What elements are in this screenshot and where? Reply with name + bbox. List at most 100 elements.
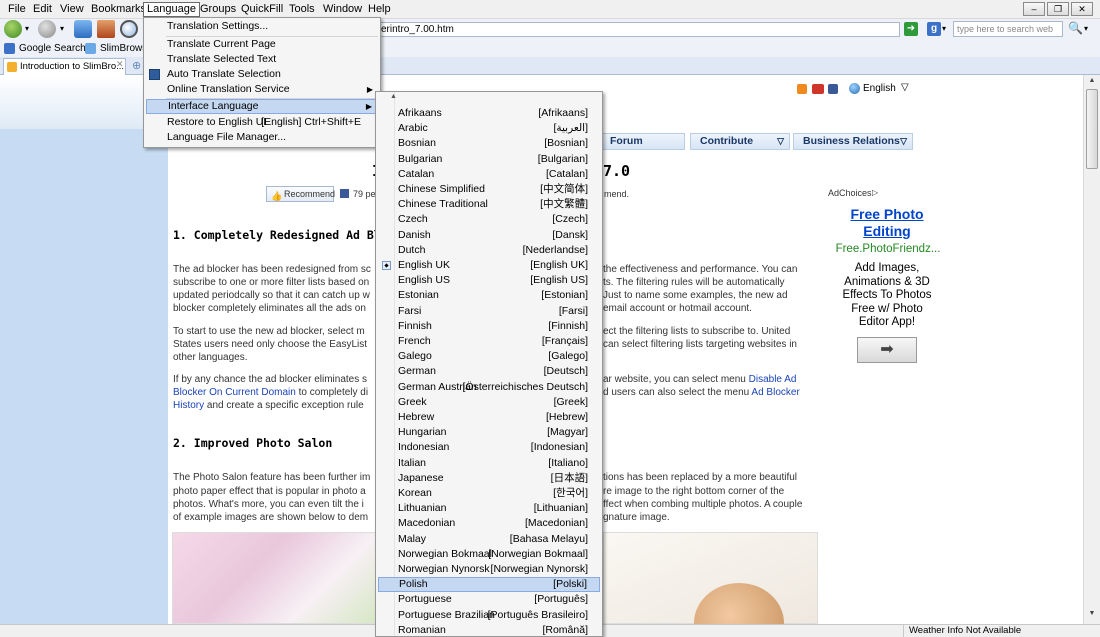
chevron-down-icon[interactable]: ▽ bbox=[901, 82, 909, 93]
language-item-finnish[interactable]: Finnish [Finnish] bbox=[378, 319, 600, 334]
search-go-icon[interactable]: 🔍 bbox=[1068, 21, 1083, 35]
language-item-danish[interactable]: Danish [Dansk] bbox=[378, 228, 600, 243]
search-dropdown-icon[interactable]: ▾ bbox=[1084, 24, 1088, 33]
recommend-button[interactable]: 👍 Recommend bbox=[266, 186, 335, 202]
bookmark-slimbrowser[interactable]: SlimBrows bbox=[85, 42, 147, 55]
site-language-selector[interactable]: English bbox=[863, 83, 896, 94]
menu-file[interactable]: File bbox=[5, 2, 29, 17]
link-ad-blocker-history[interactable]: History bbox=[173, 400, 204, 411]
go-arrow-icon[interactable]: ➜ bbox=[904, 22, 918, 36]
language-item-chinese-traditional[interactable]: Chinese Traditional [中文繁體] bbox=[378, 197, 600, 212]
back-dropdown-icon[interactable]: ▾ bbox=[25, 24, 29, 33]
close-icon[interactable]: ✕ bbox=[1071, 2, 1093, 16]
menu-tools[interactable]: Tools bbox=[286, 2, 318, 17]
forward-icon[interactable] bbox=[38, 20, 56, 38]
restore-icon[interactable]: ❐ bbox=[1047, 2, 1069, 16]
menu-window[interactable]: Window bbox=[320, 2, 365, 17]
language-item-chinese-simplified[interactable]: Chinese Simplified [中文简体] bbox=[378, 182, 600, 197]
tab-close-icon[interactable]: ✕ bbox=[116, 59, 124, 70]
language-item-czech[interactable]: Czech [Czech] bbox=[378, 212, 600, 227]
language-item-norwegian-bokmaal[interactable]: Norwegian Bokmaal [Norwegian Bokmaal] bbox=[378, 547, 600, 562]
address-bar[interactable]: erintro_7.00.htm bbox=[380, 22, 900, 37]
link-disable-ad-blocker-domain[interactable]: Blocker On Current Domain bbox=[173, 387, 296, 398]
menu-edit[interactable]: Edit bbox=[30, 2, 55, 17]
language-item-french[interactable]: French [Français] bbox=[378, 334, 600, 349]
refresh-icon[interactable] bbox=[74, 20, 92, 38]
blogger-icon[interactable] bbox=[797, 84, 807, 94]
vertical-scrollbar[interactable]: ▲ ▼ bbox=[1083, 75, 1100, 624]
language-item-english-uk[interactable]: English UK [English UK] bbox=[378, 258, 600, 273]
language-item-indonesian[interactable]: Indonesian [Indonesian] bbox=[378, 440, 600, 455]
menu-help[interactable]: Help bbox=[365, 2, 394, 17]
menu-item-restore-english-ui[interactable]: Restore to English UI [English] Ctrl+Shi… bbox=[146, 115, 378, 130]
home-icon[interactable] bbox=[97, 20, 115, 38]
ad-arrow-button[interactable]: ➡ bbox=[857, 337, 917, 363]
nav-contribute[interactable]: Contribute ▽ bbox=[690, 133, 790, 150]
search-engine-dropdown-icon[interactable]: ▾ bbox=[942, 24, 946, 33]
language-item-italian[interactable]: Italian [Italiano] bbox=[378, 456, 600, 471]
language-item-bosnian[interactable]: Bosnian [Bosnian] bbox=[378, 136, 600, 151]
language-item-lithuanian[interactable]: Lithuanian [Lithuanian] bbox=[378, 501, 600, 516]
language-item-estonian[interactable]: Estonian [Estonian] bbox=[378, 288, 600, 303]
language-item-portuguese-brazilian[interactable]: Portuguese Brazilian [Português Brasileir… bbox=[378, 608, 600, 623]
new-tab-icon[interactable]: ⊕ bbox=[132, 59, 141, 72]
search-magnifier-icon[interactable] bbox=[120, 20, 138, 38]
language-item-polish[interactable]: Polish [Polski] bbox=[378, 577, 600, 593]
youtube-icon[interactable] bbox=[812, 84, 824, 94]
scroll-down-icon[interactable]: ▼ bbox=[1084, 610, 1100, 622]
bookmark-google-search[interactable]: Google Search bbox=[4, 42, 86, 55]
menu-quickfill[interactable]: QuickFill bbox=[238, 2, 286, 17]
language-item-german[interactable]: German [Deutsch] bbox=[378, 364, 600, 379]
ad-domain[interactable]: Free.PhotoFriendz... bbox=[829, 243, 947, 255]
link-disable-ad[interactable]: Disable Ad bbox=[749, 374, 797, 385]
language-item-hungarian[interactable]: Hungarian [Magyar] bbox=[378, 425, 600, 440]
language-item-greek[interactable]: Greek [Greek] bbox=[378, 395, 600, 410]
menu-item-online-translation-service[interactable]: Online Translation Service ▶ bbox=[146, 82, 378, 97]
link-ad-blocker[interactable]: Ad Blocker bbox=[751, 387, 799, 398]
adchoices-label[interactable]: AdChoices bbox=[828, 188, 872, 198]
google-search-engine-icon[interactable]: g bbox=[927, 22, 941, 36]
language-item-malay[interactable]: Malay [Bahasa Melayu] bbox=[378, 532, 600, 547]
language-item-galego[interactable]: Galego [Galego] bbox=[378, 349, 600, 364]
language-item-macedonian[interactable]: Macedonian [Macedonian] bbox=[378, 516, 600, 531]
menu-item-translate-current-page[interactable]: Translate Current Page bbox=[146, 37, 378, 52]
language-item-romanian[interactable]: Romanian [Română] bbox=[378, 623, 600, 636]
menu-bookmarks[interactable]: Bookmarks bbox=[88, 2, 149, 17]
menu-item-translate-selected-text[interactable]: Translate Selected Text bbox=[146, 52, 378, 67]
menu-view[interactable]: View bbox=[57, 2, 87, 17]
menu-item-translation-settings[interactable]: Translation Settings... bbox=[146, 19, 378, 34]
adchoices-icon[interactable]: ▷ bbox=[872, 188, 878, 197]
menu-item-label: Translate Current Page bbox=[167, 38, 276, 50]
language-item-hebrew[interactable]: Hebrew [Hebrew] bbox=[378, 410, 600, 425]
language-item-catalan[interactable]: Catalan [Catalan] bbox=[378, 167, 600, 182]
language-item-english-us[interactable]: English US [English US] bbox=[378, 273, 600, 288]
tab-introduction[interactable]: Introduction to SlimBro... bbox=[3, 58, 126, 75]
minimize-icon[interactable]: – bbox=[1023, 2, 1045, 16]
nav-business-relations[interactable]: Business Relations ▽ bbox=[793, 133, 913, 150]
language-item-portuguese[interactable]: Portuguese [Português] bbox=[378, 592, 600, 607]
scroll-thumb[interactable] bbox=[1086, 89, 1098, 169]
submenu-scroll-up-icon[interactable]: ▲ bbox=[390, 93, 397, 100]
menu-language[interactable]: Language bbox=[143, 2, 200, 17]
forward-dropdown-icon[interactable]: ▾ bbox=[60, 24, 64, 33]
language-item-afrikaans[interactable]: Afrikaans [Afrikaans] bbox=[378, 106, 600, 121]
scroll-up-icon[interactable]: ▲ bbox=[1084, 77, 1100, 89]
language-item-norwegian-nynorsk[interactable]: Norwegian Nynorsk [Norwegian Nynorsk] bbox=[378, 562, 600, 577]
language-item-japanese[interactable]: Japanese [日本語] bbox=[378, 471, 600, 486]
language-item-farsi[interactable]: Farsi [Farsi] bbox=[378, 304, 600, 319]
menu-item-interface-language[interactable]: Interface Language ▶ bbox=[146, 99, 378, 114]
menu-item-language-file-manager[interactable]: Language File Manager... bbox=[146, 130, 378, 145]
language-item-arabic[interactable]: Arabic [العربية] bbox=[378, 121, 600, 136]
ad-headline-line1[interactable]: Free Photo bbox=[828, 206, 946, 222]
language-item-bulgarian[interactable]: Bulgarian [Bulgarian] bbox=[378, 152, 600, 167]
nav-forum[interactable]: Forum bbox=[600, 133, 685, 150]
language-item-german-austrian[interactable]: German Austrian [Österreichisches Deutsch… bbox=[378, 380, 600, 395]
menu-groups[interactable]: Groups bbox=[197, 2, 239, 17]
web-search-input[interactable]: type here to search web bbox=[953, 21, 1063, 37]
back-icon[interactable] bbox=[4, 20, 22, 38]
language-item-korean[interactable]: Korean [한국어] bbox=[378, 486, 600, 501]
facebook-icon[interactable] bbox=[828, 84, 838, 94]
ad-headline-line2[interactable]: Editing bbox=[828, 223, 946, 239]
language-item-dutch[interactable]: Dutch [Nederlandse] bbox=[378, 243, 600, 258]
menu-item-auto-translate-selection[interactable]: Auto Translate Selection bbox=[146, 67, 378, 82]
